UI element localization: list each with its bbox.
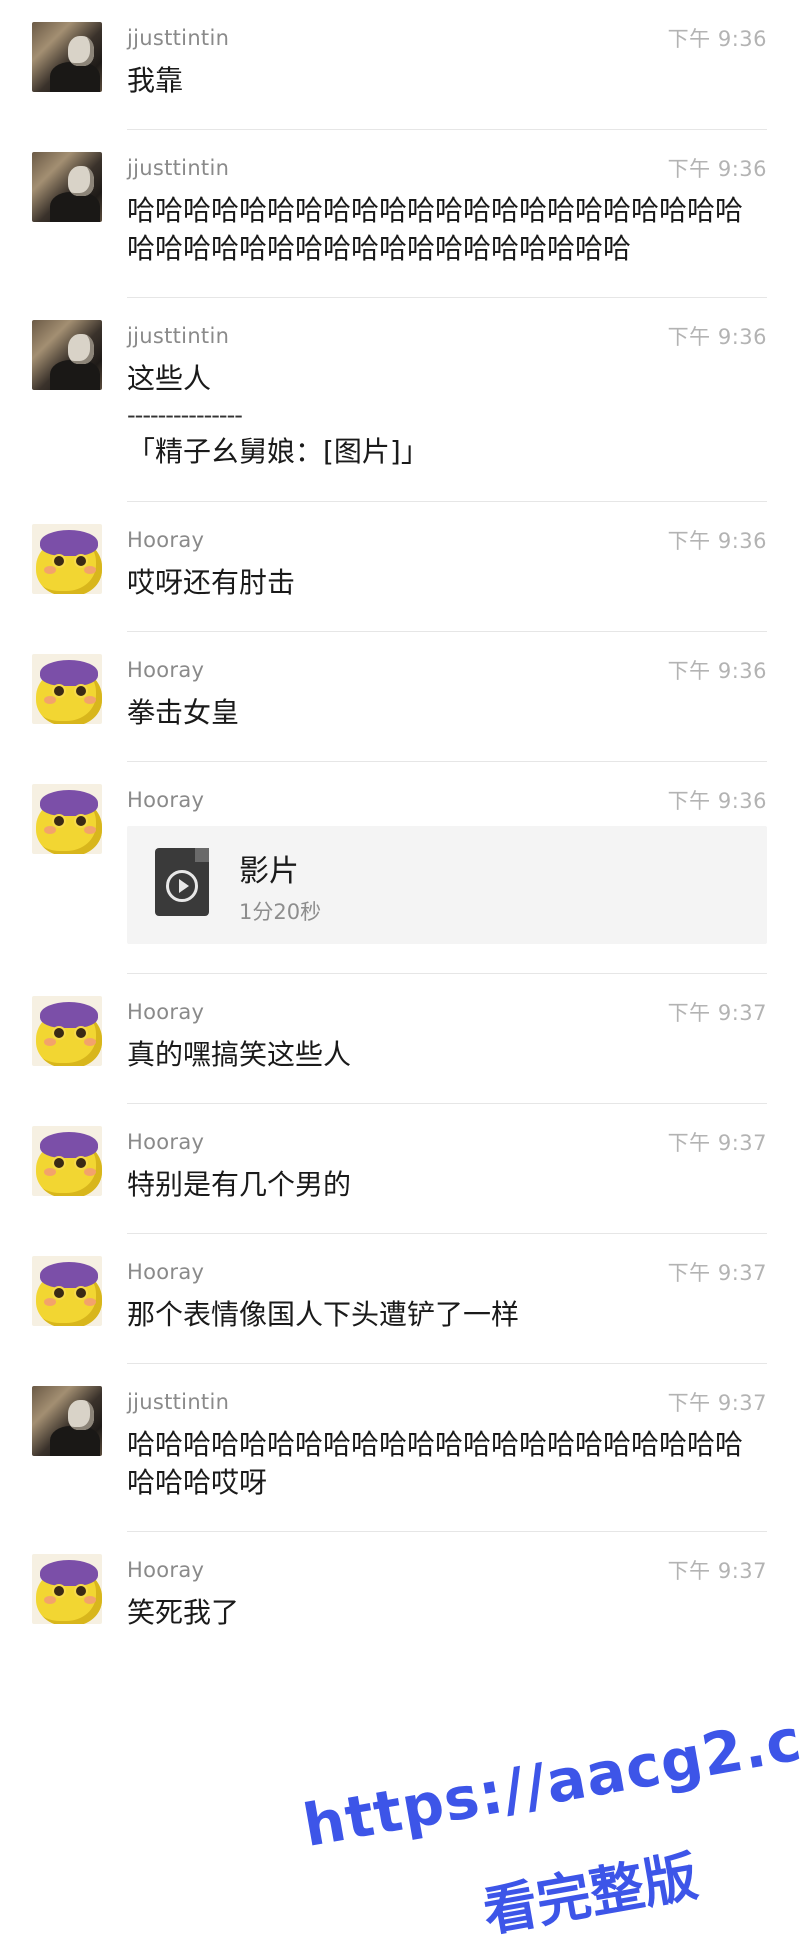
- message-text: 哈哈哈哈哈哈哈哈哈哈哈哈哈哈哈哈哈哈哈哈哈哈哈哈哈哎呀: [127, 1428, 744, 1499]
- watermark-url: https://aacg2.com: [298, 1687, 800, 1860]
- message-item[interactable]: jjusttintin 下午 9:36 这些人 --------------- …: [0, 298, 800, 502]
- message-text: 特别是有几个男的: [127, 1168, 352, 1201]
- message-time: 下午 9:36: [667, 325, 767, 349]
- message-text: 笑死我了: [127, 1596, 240, 1629]
- message-time: 下午 9:36: [667, 27, 767, 51]
- video-file-icon: [155, 848, 209, 916]
- message-item[interactable]: jjusttintin 下午 9:36 我靠: [0, 0, 800, 130]
- watermark: https://aacg2.com 看完整版: [298, 1688, 800, 1960]
- message-text: 哈哈哈哈哈哈哈哈哈哈哈哈哈哈哈哈哈哈哈哈哈哈哈哈哈哈哈哈哈哈哈哈哈哈哈哈哈哈哈哈: [127, 194, 744, 265]
- sender-name: jjusttintin: [127, 1390, 230, 1414]
- video-file-card[interactable]: 影片 1分20秒: [127, 826, 767, 944]
- sender-name: Hooray: [127, 1260, 205, 1284]
- sender-name: jjusttintin: [127, 156, 230, 180]
- message-time: 下午 9:37: [667, 1261, 767, 1285]
- message-item[interactable]: Hooray 下午 9:37 真的嘿搞笑这些人: [0, 974, 800, 1104]
- sender-name: jjusttintin: [127, 26, 230, 50]
- sender-name: jjusttintin: [127, 324, 230, 348]
- message-text: 这些人: [127, 362, 212, 395]
- chat-history: jjusttintin 下午 9:36 我靠 jjusttintin 下午 9:…: [0, 0, 800, 1662]
- message-item[interactable]: Hooray 下午 9:37 笑死我了: [0, 1532, 800, 1662]
- sender-name: Hooray: [127, 1130, 205, 1154]
- watermark-label: 看完整版: [478, 1844, 703, 1945]
- message-time: 下午 9:36: [667, 529, 767, 553]
- file-title: 影片: [239, 854, 299, 889]
- message-item[interactable]: Hooray 下午 9:36 影片 1分20秒: [0, 762, 800, 974]
- message-time: 下午 9:37: [667, 1391, 767, 1415]
- sender-name: Hooray: [127, 1000, 205, 1024]
- quote-separator: ---------------: [127, 401, 243, 429]
- sender-name: Hooray: [127, 788, 205, 812]
- message-time: 下午 9:36: [667, 789, 767, 813]
- message-text: 那个表情像国人下头遭铲了一样: [127, 1298, 520, 1331]
- message-text: 真的嘿搞笑这些人: [127, 1038, 352, 1071]
- message-item[interactable]: Hooray 下午 9:36 拳击女皇: [0, 632, 800, 762]
- sender-name: Hooray: [127, 1558, 205, 1582]
- message-item[interactable]: Hooray 下午 9:37 特别是有几个男的: [0, 1104, 800, 1234]
- message-text: 拳击女皇: [127, 696, 240, 729]
- message-item[interactable]: jjusttintin 下午 9:36 哈哈哈哈哈哈哈哈哈哈哈哈哈哈哈哈哈哈哈哈…: [0, 130, 800, 298]
- message-item[interactable]: jjusttintin 下午 9:37 哈哈哈哈哈哈哈哈哈哈哈哈哈哈哈哈哈哈哈哈…: [0, 1364, 800, 1532]
- message-time: 下午 9:36: [667, 659, 767, 683]
- file-duration: 1分20秒: [239, 900, 322, 924]
- quoted-message[interactable]: 「精子幺舅娘：[图片]」: [127, 432, 767, 472]
- message-time: 下午 9:37: [667, 1001, 767, 1025]
- message-text: 哎呀还有肘击: [127, 566, 296, 599]
- message-text: 我靠: [127, 64, 184, 97]
- message-time: 下午 9:37: [667, 1559, 767, 1583]
- sender-name: Hooray: [127, 658, 205, 682]
- message-time: 下午 9:37: [667, 1131, 767, 1155]
- message-time: 下午 9:36: [667, 157, 767, 181]
- message-item[interactable]: Hooray 下午 9:37 那个表情像国人下头遭铲了一样: [0, 1234, 800, 1364]
- sender-name: Hooray: [127, 528, 205, 552]
- message-item[interactable]: Hooray 下午 9:36 哎呀还有肘击: [0, 502, 800, 632]
